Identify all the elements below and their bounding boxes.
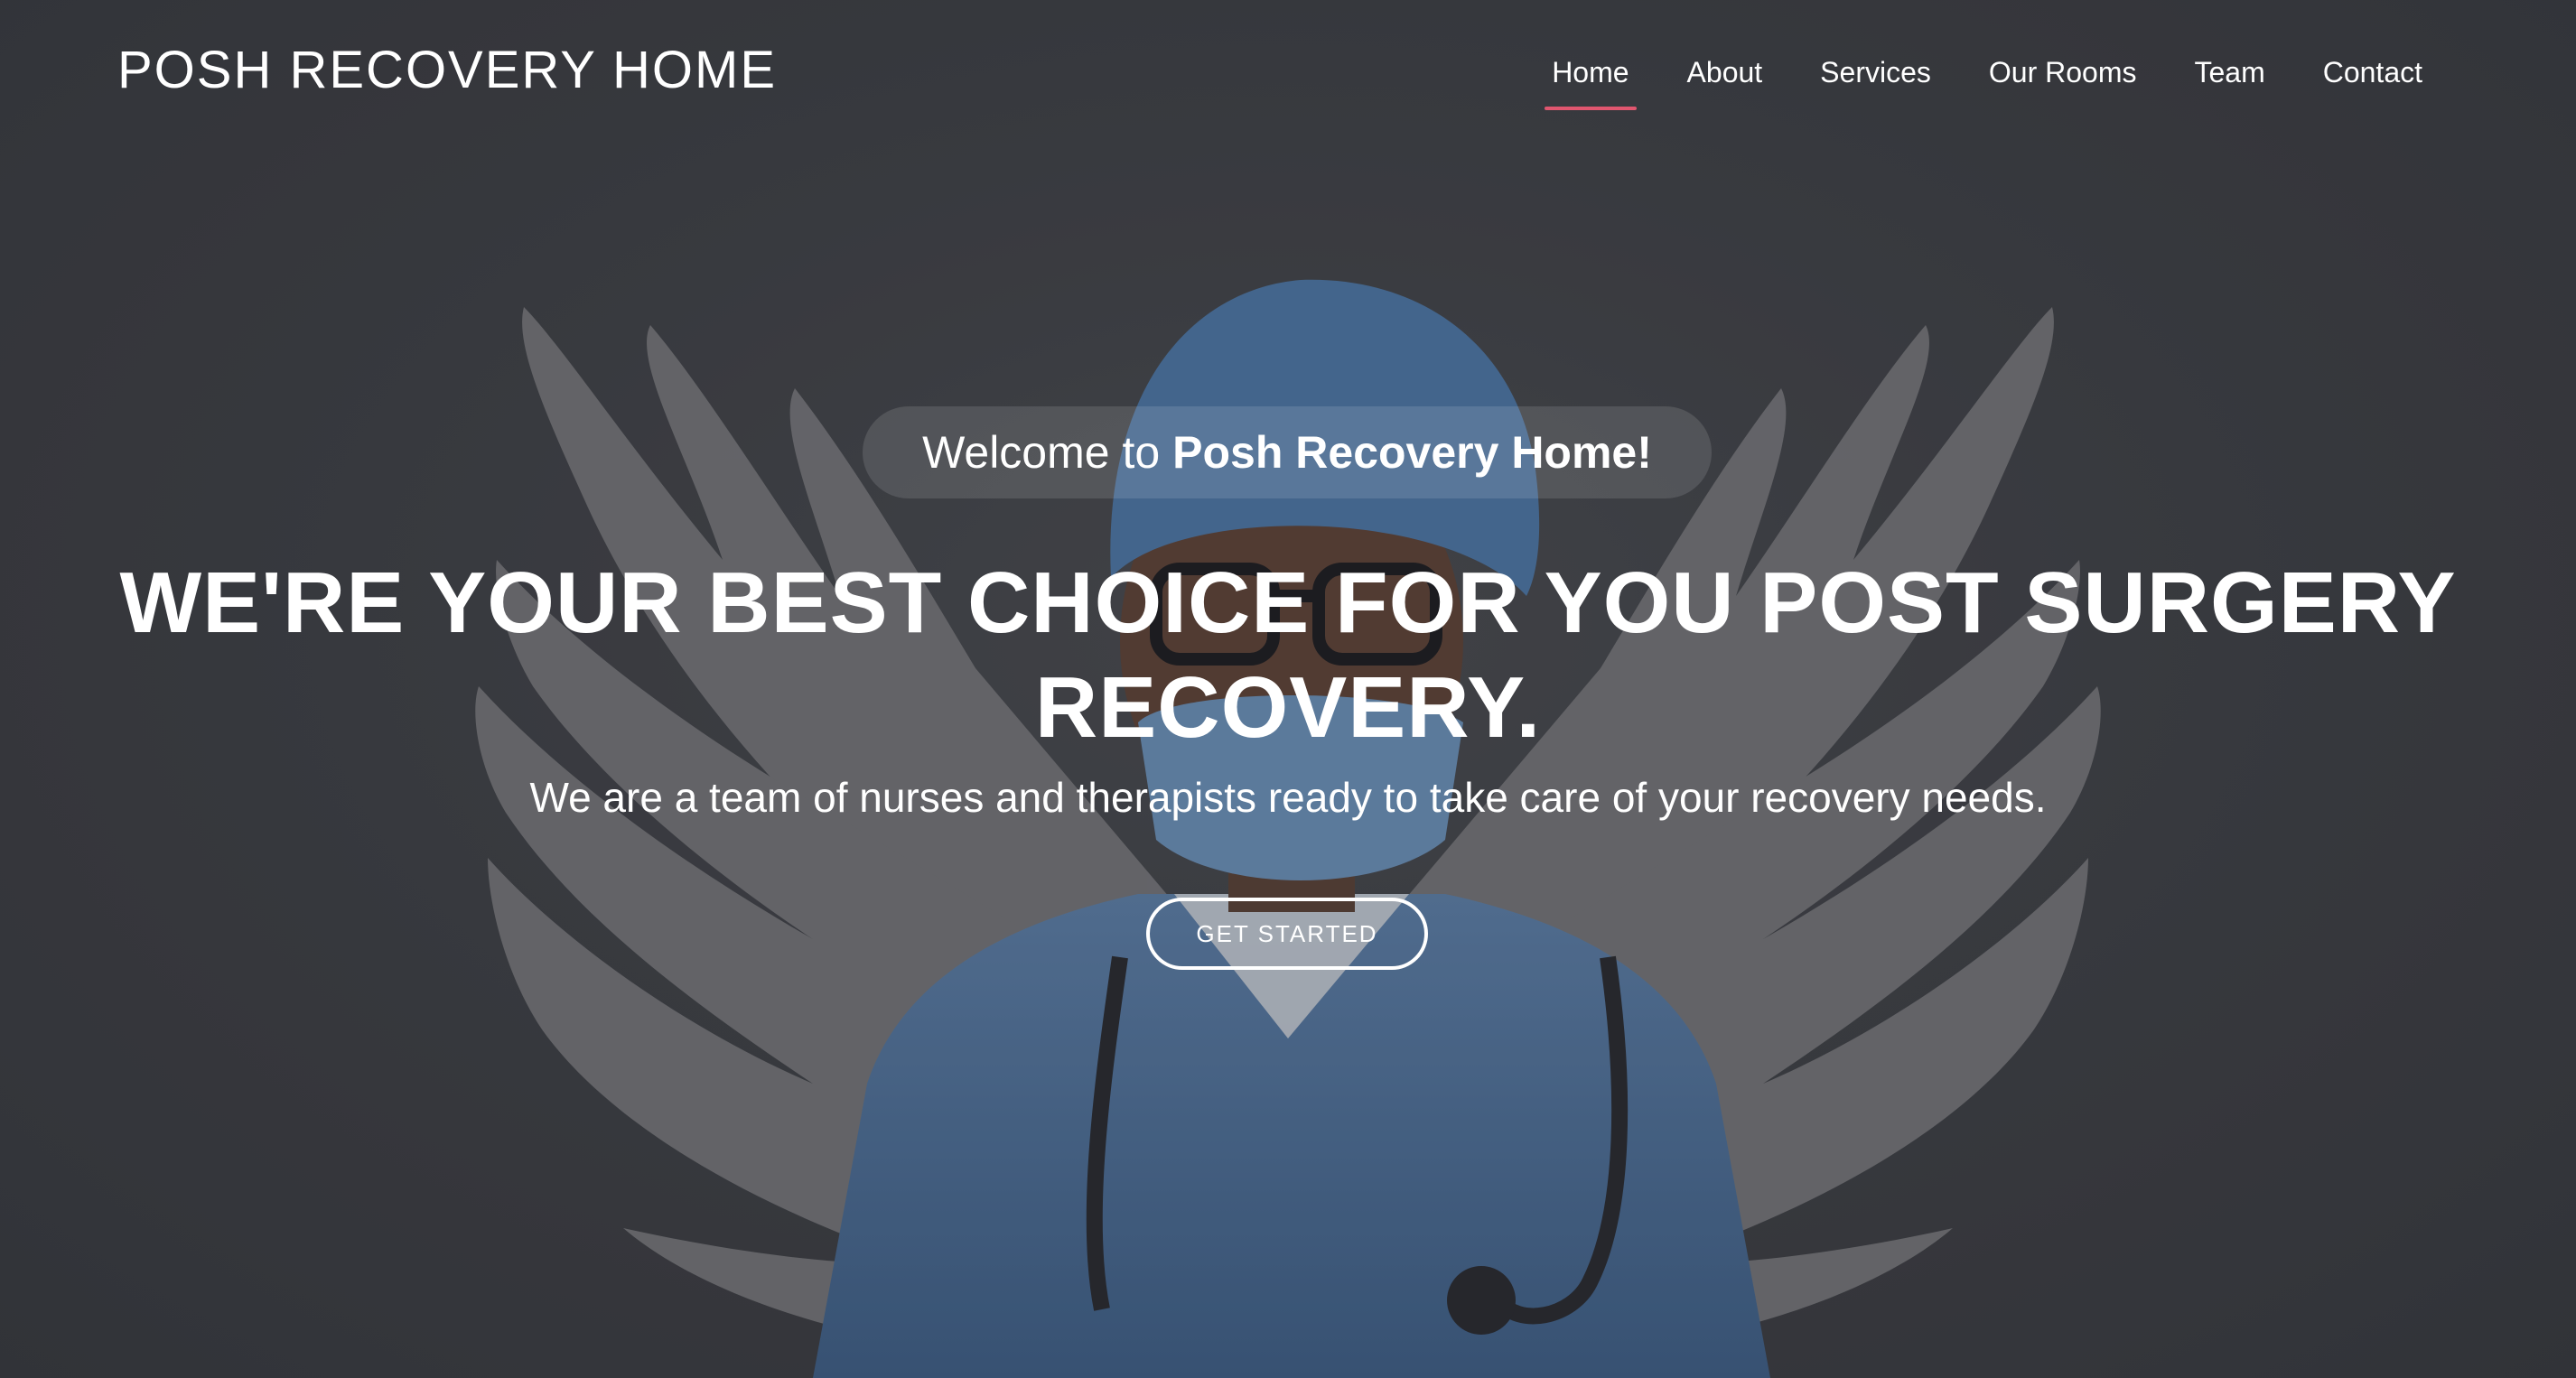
nav-link-contact[interactable]: Contact	[2294, 52, 2451, 92]
welcome-brand-text: Posh Recovery Home!	[1172, 427, 1652, 478]
site-logo-text[interactable]: POSH RECOVERY HOME	[117, 40, 777, 100]
nav-link-home[interactable]: Home	[1523, 52, 1657, 110]
nav-link-about[interactable]: About	[1658, 52, 1792, 92]
welcome-badge: Welcome to Posh Recovery Home!	[863, 406, 1712, 498]
hero-subheading: We are a team of nurses and therapists r…	[529, 774, 2047, 821]
nav-link-team[interactable]: Team	[2165, 52, 2293, 92]
get-started-button[interactable]: GET STARTED	[1146, 898, 1428, 970]
nav-link-our-rooms[interactable]: Our Rooms	[1960, 52, 2166, 92]
site-header: POSH RECOVERY HOME Home About Services O…	[0, 0, 2576, 144]
welcome-prefix-text: Welcome to	[922, 427, 1161, 478]
hero-headline: WE'RE YOUR BEST CHOICE FOR YOU POST SURG…	[119, 554, 2457, 756]
main-navigation: Home About Services Our Rooms Team Conta…	[1523, 52, 2451, 110]
nav-link-services[interactable]: Services	[1791, 52, 1960, 92]
